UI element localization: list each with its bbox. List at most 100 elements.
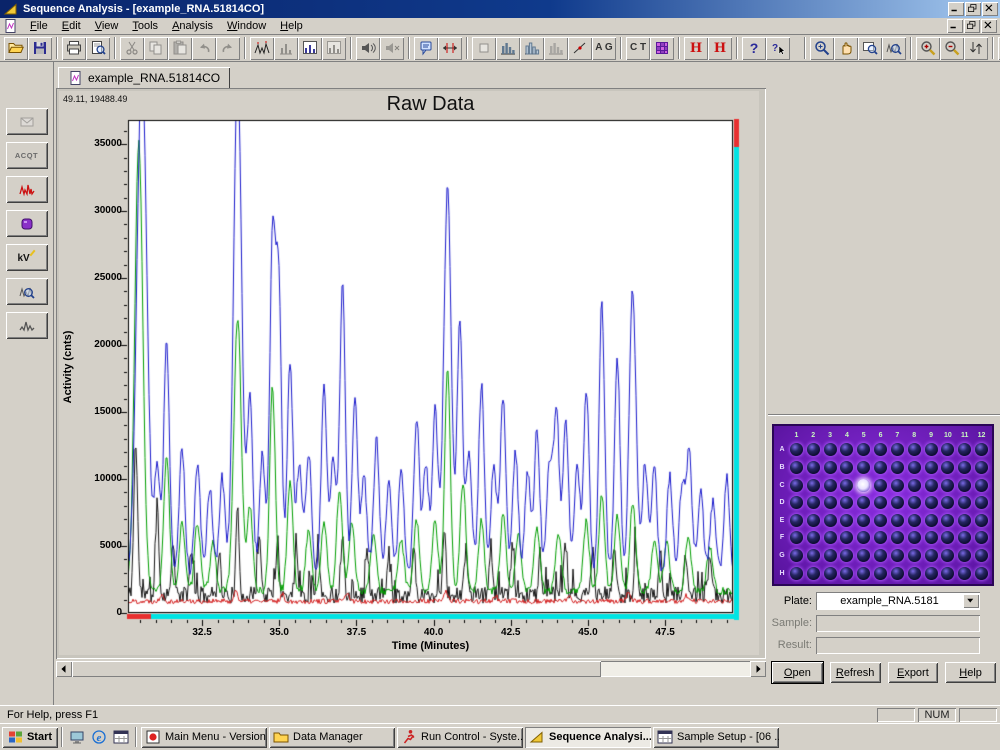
well-C7[interactable] [891,479,904,492]
well-F1[interactable] [790,531,803,544]
well-G10[interactable] [941,549,954,562]
well-G11[interactable] [958,549,971,562]
scroll-thumb[interactable] [72,661,601,677]
well-D6[interactable] [874,496,887,509]
chart-plot[interactable] [59,91,759,655]
well-B9[interactable] [925,461,938,474]
audio-on-button[interactable] [356,37,380,60]
sequence-letters-button[interactable]: C T [626,37,650,60]
well-F3[interactable] [824,531,837,544]
well-B4[interactable] [840,461,853,474]
well-B3[interactable] [824,461,837,474]
well-H9[interactable] [925,567,938,580]
context-help-button[interactable]: ? [766,37,790,60]
well-E11[interactable] [958,514,971,527]
well-D8[interactable] [908,496,921,509]
well-A2[interactable] [807,443,820,456]
scroll-track[interactable] [72,661,750,677]
well-C12[interactable] [975,479,988,492]
well-F12[interactable] [975,531,988,544]
well-D1[interactable] [790,496,803,509]
trace-view-button[interactable] [6,312,48,339]
show-desktop-icon[interactable] [66,727,88,748]
well-D12[interactable] [975,496,988,509]
well-D10[interactable] [941,496,954,509]
menu-tools[interactable]: Tools [125,18,165,35]
well-C10[interactable] [941,479,954,492]
open-button[interactable]: Open [772,662,823,683]
well-A5[interactable] [857,443,870,456]
well-B2[interactable] [807,461,820,474]
well-H1[interactable] [790,567,803,580]
kv-view-button[interactable]: kV [6,244,48,271]
well-A6[interactable] [874,443,887,456]
menu-help[interactable]: Help [273,18,310,35]
well-H8[interactable] [908,567,921,580]
well-H5[interactable] [857,567,870,580]
document-tab[interactable]: example_RNA.51814CO [58,67,230,88]
well-D5[interactable] [857,496,870,509]
well-A8[interactable] [908,443,921,456]
well-E9[interactable] [925,514,938,527]
well-E2[interactable] [807,514,820,527]
well-H4[interactable] [840,567,853,580]
well-F6[interactable] [874,531,887,544]
print-preview-button[interactable] [86,37,110,60]
well-A4[interactable] [840,443,853,456]
save-button[interactable] [28,37,52,60]
well-C4[interactable] [840,479,853,492]
internet-explorer-icon[interactable]: e [88,727,110,748]
zoom-trace-button[interactable] [882,37,906,60]
bases-ag-button[interactable]: A G [592,37,616,60]
zoom-out-button[interactable] [940,37,964,60]
well-A1[interactable] [790,443,803,456]
minimize-button[interactable] [948,2,964,16]
well-F7[interactable] [891,531,904,544]
task-run-control-syste[interactable]: Run Control - Syste... [397,727,523,748]
well-C5[interactable] [857,479,870,492]
raw-data-view-button[interactable] [6,176,48,203]
well-A3[interactable] [824,443,837,456]
task-main-menu-version[interactable]: Main Menu - Version... [141,727,267,748]
well-H3[interactable] [824,567,837,580]
well-E3[interactable] [824,514,837,527]
mdi-minimize-button[interactable] [947,19,963,33]
well-C11[interactable] [958,479,971,492]
well-C6[interactable] [874,479,887,492]
annotation-button[interactable] [414,37,438,60]
menu-analysis[interactable]: Analysis [165,18,220,35]
well-F11[interactable] [958,531,971,544]
well-A7[interactable] [891,443,904,456]
zoom-trace-view-button[interactable] [6,278,48,305]
well-G4[interactable] [840,549,853,562]
well-G1[interactable] [790,549,803,562]
well-H10[interactable] [941,567,954,580]
histogram-h1-button[interactable]: H [684,37,708,60]
grid-view-button[interactable] [650,37,674,60]
well-C9[interactable] [925,479,938,492]
well-G3[interactable] [824,549,837,562]
zoom-box-button[interactable] [858,37,882,60]
gel-view-button[interactable] [6,210,48,237]
well-C1[interactable] [790,479,803,492]
well-G8[interactable] [908,549,921,562]
peaks-histogram-button[interactable] [496,37,520,60]
scroll-right-button[interactable] [750,661,766,677]
menu-view[interactable]: View [88,18,126,35]
well-F4[interactable] [840,531,853,544]
menu-window[interactable]: Window [220,18,273,35]
well-E6[interactable] [874,514,887,527]
well-E4[interactable] [840,514,853,527]
baseline-slope-button[interactable] [568,37,592,60]
well-D2[interactable] [807,496,820,509]
well-H11[interactable] [958,567,971,580]
well-D3[interactable] [824,496,837,509]
well-C3[interactable] [824,479,837,492]
close-button[interactable] [982,2,998,16]
well-D9[interactable] [925,496,938,509]
well-H6[interactable] [874,567,887,580]
well-F9[interactable] [925,531,938,544]
well-F10[interactable] [941,531,954,544]
mdi-close-button[interactable] [981,19,997,33]
well-E5[interactable] [857,514,870,527]
